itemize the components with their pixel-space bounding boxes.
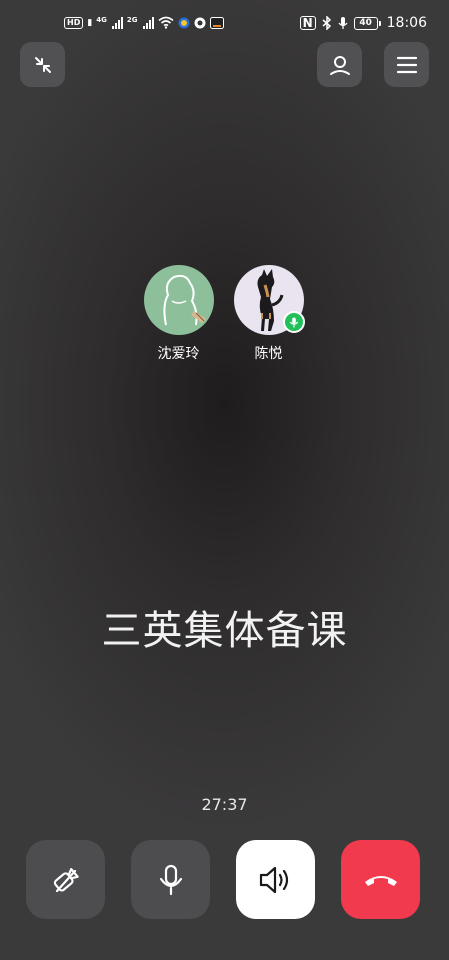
shield-notification-icon	[194, 17, 206, 28]
participant-name: 沈爱玲	[157, 346, 200, 362]
clock: 18:06	[386, 15, 427, 31]
hang-up-button[interactable]	[341, 840, 420, 919]
hang-up-icon	[364, 875, 397, 886]
participant-tile[interactable]: 沈爱玲	[143, 265, 214, 363]
app-badge-icon	[209, 16, 224, 29]
avatar	[233, 265, 305, 335]
mic-status-icon	[338, 17, 348, 29]
participants-list: 沈爱玲 陈悦	[0, 265, 448, 363]
call-controls	[26, 840, 420, 919]
green-figure-avatar	[143, 265, 214, 335]
menu-button[interactable]	[384, 42, 429, 87]
network-type-1: 4G	[96, 16, 107, 24]
participant-name: 陈悦	[254, 346, 283, 362]
app-notification-icon	[178, 17, 190, 28]
hd-badge: HD	[64, 16, 84, 29]
signal-2-icon	[142, 16, 154, 29]
minimize-arrows-icon	[34, 56, 51, 73]
microphone-button[interactable]	[131, 840, 210, 919]
camera-off-icon	[53, 867, 79, 892]
avatar	[143, 265, 214, 335]
wifi-icon	[158, 16, 174, 29]
speaking-mic-badge	[282, 311, 305, 333]
nfc-icon: N	[299, 16, 316, 30]
status-right-indicators: N 40 18:06	[299, 15, 427, 31]
participants-button[interactable]	[317, 42, 362, 87]
bluetooth-icon	[322, 16, 331, 30]
signal-1-icon	[111, 16, 123, 29]
microphone-icon	[159, 864, 182, 895]
person-icon	[329, 55, 350, 75]
battery-indicator: 40	[353, 16, 381, 30]
network-type-2: 2G	[126, 16, 138, 24]
meeting-title: 三英集体备课	[101, 608, 348, 654]
sim-icon: ▮	[87, 17, 93, 28]
hamburger-menu-icon	[396, 56, 417, 73]
microphone-small-icon	[289, 317, 298, 327]
speaker-icon	[259, 866, 288, 893]
status-bar: HD ▮ 4G 2G N 40 18:06	[0, 0, 449, 50]
camera-toggle-button[interactable]	[26, 840, 105, 919]
battery-level: 40	[353, 16, 378, 30]
speaker-button[interactable]	[236, 840, 315, 919]
call-duration: 27:37	[201, 795, 248, 814]
battery-tip	[378, 20, 381, 26]
participant-tile[interactable]: 陈悦	[233, 265, 305, 363]
minimize-button[interactable]	[20, 42, 65, 87]
status-left-indicators: HD ▮ 4G 2G	[64, 16, 224, 29]
